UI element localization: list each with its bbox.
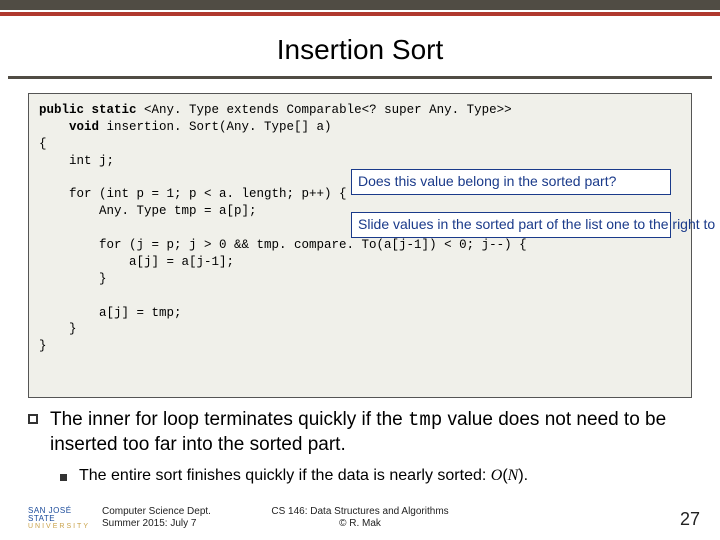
dept-line1: Computer Science Dept.: [102, 506, 211, 518]
bullet-icon: [28, 414, 38, 424]
page-number: 27: [680, 509, 700, 530]
slide-title: Insertion Sort: [0, 34, 720, 66]
code-text: <Any. Type extends Comparable<? super An…: [144, 103, 512, 117]
code-kw: void: [39, 120, 107, 134]
callout-slide: Slide values in the sorted part of the l…: [351, 212, 671, 238]
code-box: public static <Any. Type extends Compara…: [28, 93, 692, 398]
code-line: for (int p = 1; p < a. length; p++) {: [39, 187, 347, 201]
logo-line2: UNIVERSITY: [28, 523, 84, 530]
sub-bullet-text: The entire sort finishes quickly if the …: [79, 467, 528, 485]
sub-bullet-icon: [60, 474, 67, 481]
code-line: }: [39, 339, 47, 353]
sub-o: O: [491, 467, 503, 484]
course-block: CS 146: Data Structures and Algorithms ©…: [271, 506, 448, 530]
logo-line1: SAN JOSÉ STATE: [28, 507, 84, 523]
bullet-mono: tmp: [408, 409, 442, 431]
content-area: public static <Any. Type extends Compara…: [0, 79, 720, 485]
course-line2: © R. Mak: [271, 518, 448, 530]
sub-n: N: [508, 467, 519, 484]
code-line: a[j] = tmp;: [39, 306, 182, 320]
callout-belong: Does this value belong in the sorted par…: [351, 169, 671, 195]
accent-line: [0, 12, 720, 16]
sub-paren-close: ).: [518, 467, 528, 484]
code-line: Any. Type tmp = a[p];: [39, 204, 257, 218]
code-line: }: [39, 272, 107, 286]
sub-pre: The entire sort finishes quickly if the …: [79, 467, 491, 484]
code-kw: public static: [39, 103, 144, 117]
bullet-text: The inner for loop terminates quickly if…: [50, 408, 692, 457]
code-line: a[j] = a[j-1];: [39, 255, 234, 269]
code-text: insertion. Sort(Any. Type[] a): [107, 120, 332, 134]
code-line: for (j = p; j > 0 && tmp. compare. To(a[…: [39, 238, 527, 252]
bullet-row: The inner for loop terminates quickly if…: [28, 408, 692, 457]
dept-line2: Summer 2015: July 7: [102, 518, 211, 530]
footer: SAN JOSÉ STATE UNIVERSITY Computer Scien…: [0, 506, 720, 530]
code-line: int j;: [39, 154, 114, 168]
top-bar: [0, 0, 720, 10]
sub-bullet-row: The entire sort finishes quickly if the …: [60, 467, 692, 485]
sjsu-logo: SAN JOSÉ STATE UNIVERSITY: [28, 507, 84, 530]
course-line1: CS 146: Data Structures and Algorithms: [271, 506, 448, 518]
code-line: }: [39, 322, 77, 336]
dept-block: Computer Science Dept. Summer 2015: July…: [102, 506, 211, 530]
bullet-pre: The inner for loop terminates quickly if…: [50, 409, 408, 430]
code-line: {: [39, 137, 47, 151]
